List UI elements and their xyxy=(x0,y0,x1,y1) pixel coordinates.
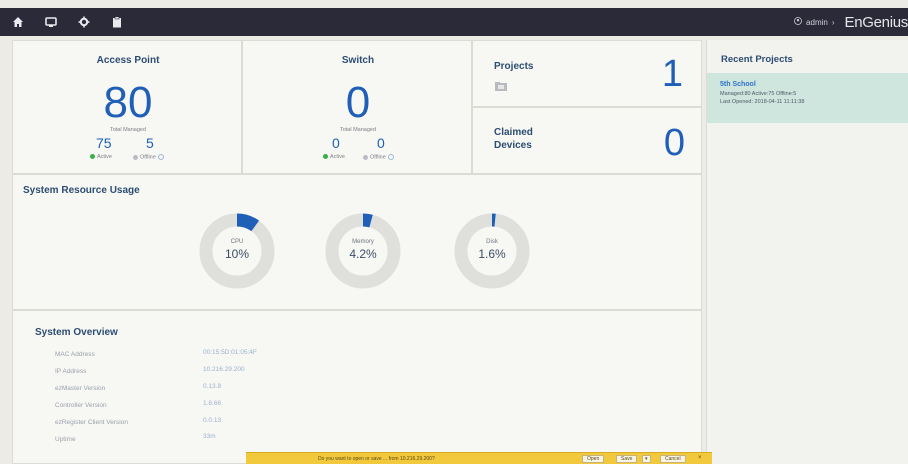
uptime-value: 33m xyxy=(203,433,216,440)
recent-project-name[interactable]: 5th School xyxy=(720,81,896,88)
access-point-total: 80 xyxy=(103,78,153,127)
save-button[interactable]: Save xyxy=(616,455,638,463)
switch-total-label: Total Managed xyxy=(339,127,377,133)
clipboard-icon[interactable] xyxy=(110,15,124,29)
ezmaster-version-value: 0.13.8 xyxy=(203,383,222,390)
access-point-title: Access Point xyxy=(96,55,160,66)
recent-projects-title: Recent Projects xyxy=(721,54,793,65)
switch-offline-legend: Offline xyxy=(363,154,394,160)
switch-offline-count: 0 xyxy=(377,135,385,151)
cpu-donut-label: CPU 10% xyxy=(209,239,265,261)
claimed-devices-card[interactable]: Claimed Devices 0 xyxy=(472,107,702,174)
claimed-devices-title: Claimed Devices xyxy=(494,126,533,152)
access-point-offline-legend: Offline xyxy=(133,154,164,160)
access-point-offline-count: 5 xyxy=(146,135,154,151)
offline-dot-icon xyxy=(363,154,368,160)
ip-address-value: 10.216.29.200 xyxy=(203,366,245,373)
dashboard-main: Access Point 80 Total Managed 75 5 Activ… xyxy=(12,40,702,464)
controller-version-value: 1.8.66 xyxy=(203,400,222,407)
top-navigation-bar: admin › EnGenius xyxy=(0,8,908,36)
claimed-devices-count: 0 xyxy=(663,122,685,164)
access-point-active-legend: Active xyxy=(90,154,112,160)
ezregister-client-version-value: 0.0.13 xyxy=(203,417,222,424)
info-icon[interactable] xyxy=(157,154,164,160)
cpu-label: CPU xyxy=(230,239,244,245)
projects-title: Projects xyxy=(494,61,534,72)
brand-logo: EnGenius xyxy=(844,13,908,31)
mac-address-value: 00:15:5D:01:05:4F xyxy=(203,349,257,356)
home-icon[interactable] xyxy=(11,15,25,29)
folder-icon xyxy=(495,78,507,96)
cancel-button[interactable]: Cancel xyxy=(660,455,686,463)
disk-label: Disk xyxy=(486,239,498,245)
disk-donut-label: Disk 1.6% xyxy=(464,239,520,261)
system-resource-usage-card: System Resource Usage CPU 10% Memory 4.2… xyxy=(12,174,702,310)
memory-donut-arc xyxy=(362,213,373,228)
save-dropdown-button[interactable]: ▾ xyxy=(642,455,651,463)
projects-card[interactable]: Projects 1 xyxy=(472,40,702,107)
ezregister-client-version-label: ezRegister Client Version xyxy=(55,419,128,426)
ezmaster-version-label: ezMaster Version xyxy=(55,385,106,392)
chevron-right-icon: › xyxy=(831,17,835,27)
offline-label: Offline xyxy=(140,154,156,161)
download-notification-bar: Do you want to open or save ... from 10.… xyxy=(246,452,712,464)
switch-active-count: 0 xyxy=(332,135,340,151)
monitor-icon[interactable] xyxy=(44,15,58,29)
switch-total: 0 xyxy=(345,78,371,127)
recent-project-stats: Managed:80 Active:75 Offline:5 xyxy=(720,91,797,97)
recent-project-item[interactable]: 5th School Managed:80 Active:75 Offline:… xyxy=(707,73,908,123)
active-label: Active xyxy=(330,154,345,160)
recent-project-last-opened: Last Opened: 2018-04-11 11:11:38 xyxy=(720,99,805,105)
switch-title: Switch xyxy=(341,55,375,66)
open-button[interactable]: Open xyxy=(582,455,605,463)
info-icon[interactable] xyxy=(387,154,394,160)
active-dot-icon xyxy=(323,154,328,160)
access-point-active-count: 75 xyxy=(96,135,112,151)
mac-address-label: MAC Address xyxy=(55,351,95,358)
memory-value: 4.2% xyxy=(349,247,377,261)
offline-dot-icon xyxy=(133,154,138,160)
memory-label: Memory xyxy=(352,239,374,245)
user-icon[interactable] xyxy=(794,17,802,27)
claimed-title-line1: Claimed xyxy=(494,127,533,138)
cpu-value: 10% xyxy=(224,247,250,261)
projects-count: 1 xyxy=(661,53,683,95)
download-message: Do you want to open or save ... from 10.… xyxy=(318,456,435,462)
ip-address-label: IP Address xyxy=(55,368,87,375)
uptime-label: Uptime xyxy=(55,436,76,443)
recent-projects-sidebar: Recent Projects 5th School Managed:80 Ac… xyxy=(706,40,908,464)
offline-label: Offline xyxy=(370,154,386,161)
disk-value: 1.6% xyxy=(478,247,506,261)
gear-icon[interactable] xyxy=(77,15,91,29)
access-point-card[interactable]: Access Point 80 Total Managed 75 5 Activ… xyxy=(12,40,242,174)
access-point-total-label: Total Managed xyxy=(109,127,147,133)
claimed-title-line2: Devices xyxy=(494,140,532,151)
system-overview-title: System Overview xyxy=(35,327,118,338)
controller-version-label: Controller Version xyxy=(55,402,107,409)
switch-card[interactable]: Switch 0 Total Managed 0 0 Active Offlin… xyxy=(242,40,472,174)
memory-donut-label: Memory 4.2% xyxy=(335,239,391,261)
close-icon[interactable]: × xyxy=(698,455,702,461)
system-overview-card: System Overview MAC Address 00:15:5D:01:… xyxy=(12,310,702,464)
user-name[interactable]: admin xyxy=(806,18,828,27)
active-label: Active xyxy=(97,154,112,160)
cpu-donut-arc xyxy=(236,213,260,232)
active-dot-icon xyxy=(90,154,95,160)
switch-active-legend: Active xyxy=(323,154,345,160)
